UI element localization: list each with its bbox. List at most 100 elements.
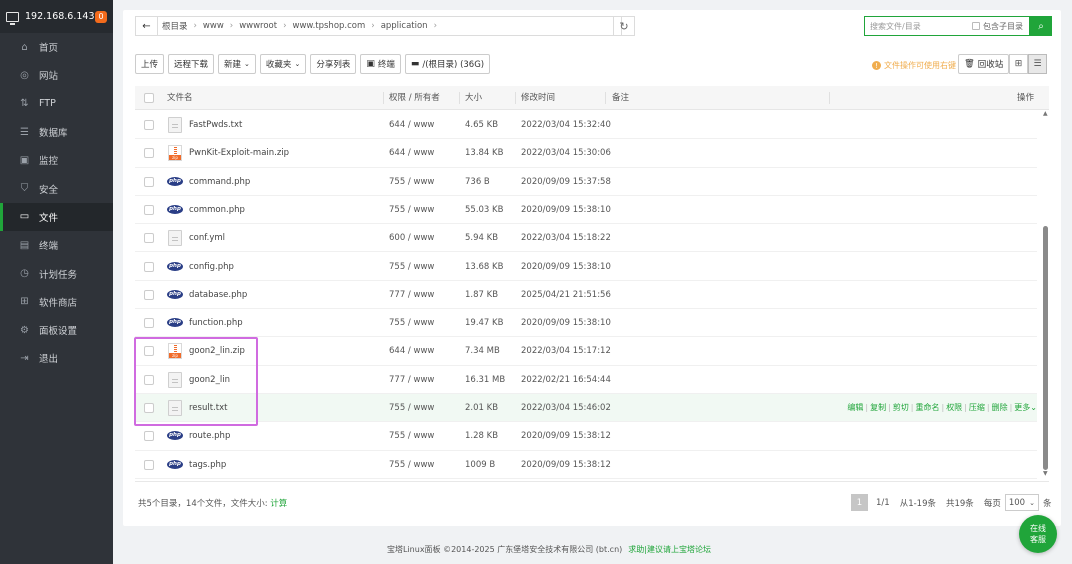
remote-download-button[interactable]: 远程下载 <box>168 54 215 74</box>
col-mtime[interactable]: 修改时间 <box>521 86 555 110</box>
scroll-down-icon[interactable]: ▼ <box>1043 470 1048 477</box>
upload-button[interactable]: 上传 <box>135 54 165 74</box>
row-checkbox[interactable] <box>144 148 154 159</box>
sidebar-item-6[interactable]: ▭ 文件 <box>0 202 113 232</box>
row-action-0[interactable]: 编辑 <box>847 403 863 412</box>
table-row[interactable]: FastPwds.txt 644 / www 4.65 KB 2022/03/04 1… <box>135 111 1037 140</box>
breadcrumb-item[interactable]: wwwroot <box>235 21 281 31</box>
file-name[interactable]: conf.yml <box>189 224 225 252</box>
online-service-button[interactable]: 在线 客服 <box>1019 515 1057 553</box>
row-checkbox[interactable] <box>144 318 154 329</box>
new-button[interactable]: 新建 ⌄ <box>218 54 256 74</box>
file-name[interactable]: common.php <box>189 196 245 224</box>
file-permission[interactable]: 777 / www <box>389 366 434 394</box>
sidebar-item-3[interactable]: ☰ 数据库 <box>0 118 113 146</box>
row-checkbox[interactable] <box>144 431 154 442</box>
table-row[interactable]: PwnKit-Exploit-main.zip 644 / www 13.84 KB… <box>135 139 1037 168</box>
search-input[interactable]: 搜索文件/目录 <box>865 21 972 32</box>
row-checkbox[interactable] <box>144 233 154 244</box>
calculate-link[interactable]: 计算 <box>270 499 287 509</box>
row-action-5[interactable]: 压缩 <box>969 403 985 412</box>
favorites-button[interactable]: 收藏夹 ⌄ <box>259 54 307 74</box>
list-view-icon[interactable]: ☰ <box>1028 54 1047 74</box>
file-name[interactable]: config.php <box>189 253 234 281</box>
sidebar-item-2[interactable]: ⇅ FTP <box>0 90 113 118</box>
refresh-icon[interactable]: ↻ <box>613 16 635 36</box>
sidebar-item-4[interactable]: ▣ 监控 <box>0 146 113 174</box>
file-permission[interactable]: 755 / www <box>389 253 434 281</box>
file-name[interactable]: FastPwds.txt <box>189 111 242 139</box>
file-permission[interactable]: 755 / www <box>389 422 434 450</box>
file-name[interactable]: command.php <box>189 168 250 196</box>
row-checkbox[interactable] <box>144 120 154 130</box>
file-permission[interactable]: 755 / www <box>389 394 434 422</box>
share-list-button[interactable]: 分享列表 <box>310 54 357 74</box>
sidebar-item-8[interactable]: ◷ 计划任务 <box>0 259 113 287</box>
terminal-button[interactable]: ▣ 终端 <box>360 54 401 74</box>
row-action-2[interactable]: 剪切 <box>893 403 909 412</box>
per-page-select[interactable]: 100 ⌄ <box>1004 494 1039 511</box>
table-row[interactable]: php database.php 777 / www 1.87 KB 2025/04/2… <box>135 281 1037 310</box>
table-row[interactable]: php command.php 755 / www 736 B 2020/09/09 1… <box>135 168 1037 196</box>
disk-button[interactable]: ▬/(根目录) (36G) <box>404 54 491 74</box>
row-action-4[interactable]: 权限 <box>946 403 962 412</box>
breadcrumb-item[interactable]: www <box>199 21 228 31</box>
table-row[interactable]: php tags.php 755 / www 1009 B 2020/09/09 15:… <box>135 451 1037 479</box>
sidebar-item-0[interactable]: ⌂ 首页 <box>0 33 113 61</box>
row-action-6[interactable]: 删除 <box>992 403 1008 412</box>
breadcrumb-item[interactable]: application <box>377 21 432 31</box>
row-checkbox[interactable] <box>144 261 154 272</box>
row-action-1[interactable]: 复制 <box>870 403 886 412</box>
table-row[interactable]: php common.php 755 / www 55.03 KB 2020/09/09… <box>135 196 1037 225</box>
server-header[interactable]: 192.168.6.143 0 <box>0 0 113 33</box>
sidebar-item-9[interactable]: ⊞ 软件商店 <box>0 288 113 316</box>
col-size[interactable]: 大小 <box>465 86 482 110</box>
row-checkbox[interactable] <box>144 289 154 300</box>
select-all-checkbox[interactable] <box>144 93 154 103</box>
grid-view-icon[interactable]: ⊞ <box>1009 54 1028 74</box>
file-name[interactable]: database.php <box>189 281 247 309</box>
scrollbar-thumb[interactable] <box>1043 226 1048 470</box>
table-row[interactable]: goon2_lin 777 / www 16.31 MB 2022/02/21 16:… <box>135 366 1037 394</box>
row-checkbox[interactable] <box>144 459 154 470</box>
breadcrumb-item[interactable]: 根目录 <box>158 20 192 32</box>
file-name[interactable]: tags.php <box>189 451 226 479</box>
file-permission[interactable]: 755 / www <box>389 451 434 479</box>
file-permission[interactable]: 755 / www <box>389 309 434 337</box>
row-action-3[interactable]: 重命名 <box>915 403 939 412</box>
file-name[interactable]: function.php <box>189 309 243 337</box>
page-button-current[interactable]: 1 <box>851 494 868 511</box>
table-row[interactable]: conf.yml 600 / www 5.94 KB 2022/03/04 15:18… <box>135 224 1037 253</box>
sidebar-item-7[interactable]: ▤ 终端 <box>0 231 113 259</box>
file-name[interactable]: PwnKit-Exploit-main.zip <box>189 139 289 167</box>
notification-badge[interactable]: 0 <box>95 10 107 23</box>
back-arrow-icon[interactable]: ← <box>136 17 158 35</box>
file-name[interactable]: route.php <box>189 422 230 450</box>
table-row[interactable]: php route.php 755 / www 1.28 KB 2020/09/09 1… <box>135 422 1037 451</box>
file-permission[interactable]: 644 / www <box>389 111 434 139</box>
sidebar-item-1[interactable]: ◎ 网站 <box>0 61 113 89</box>
forum-link[interactable]: 求助|建议请上宝塔论坛 <box>628 545 711 554</box>
sidebar-item-10[interactable]: ⚙ 面板设置 <box>0 316 113 344</box>
scroll-up-icon[interactable]: ▲ <box>1043 110 1048 117</box>
include-subdir-checkbox[interactable]: 包含子目录 <box>972 21 1023 32</box>
breadcrumb-item[interactable]: www.tpshop.com <box>289 21 370 31</box>
row-checkbox[interactable] <box>144 176 154 187</box>
file-permission[interactable]: 644 / www <box>389 139 434 167</box>
sidebar-item-5[interactable]: ⛉ 安全 <box>0 174 113 202</box>
search-icon[interactable]: ⌕ <box>1030 16 1052 36</box>
col-name[interactable]: 文件名 <box>167 86 193 110</box>
row-action-7[interactable]: 更多 <box>1014 403 1030 412</box>
table-row[interactable]: goon2_lin.zip644 / www7.34 MB2022/03/04 … <box>135 337 1037 366</box>
table-row[interactable]: php function.php 755 / www 19.47 KB 2020/09/… <box>135 309 1037 338</box>
table-row[interactable]: result.txt 755 / www 2.01 KB 2022/03/04 15:… <box>135 394 1037 423</box>
sidebar-item-11[interactable]: ⇥ 退出 <box>0 344 113 372</box>
file-permission[interactable]: 644 / www <box>389 337 434 365</box>
file-permission[interactable]: 755 / www <box>389 196 434 224</box>
table-row[interactable]: php config.php 755 / www 13.68 KB 2020/09/09… <box>135 253 1037 281</box>
file-permission[interactable]: 777 / www <box>389 281 434 309</box>
col-perm[interactable]: 权限 / 所有者 <box>389 86 440 110</box>
row-checkbox[interactable] <box>144 204 154 215</box>
file-permission[interactable]: 755 / www <box>389 168 434 196</box>
recycle-bin-button[interactable]: 🗑 回收站 <box>958 54 1010 74</box>
